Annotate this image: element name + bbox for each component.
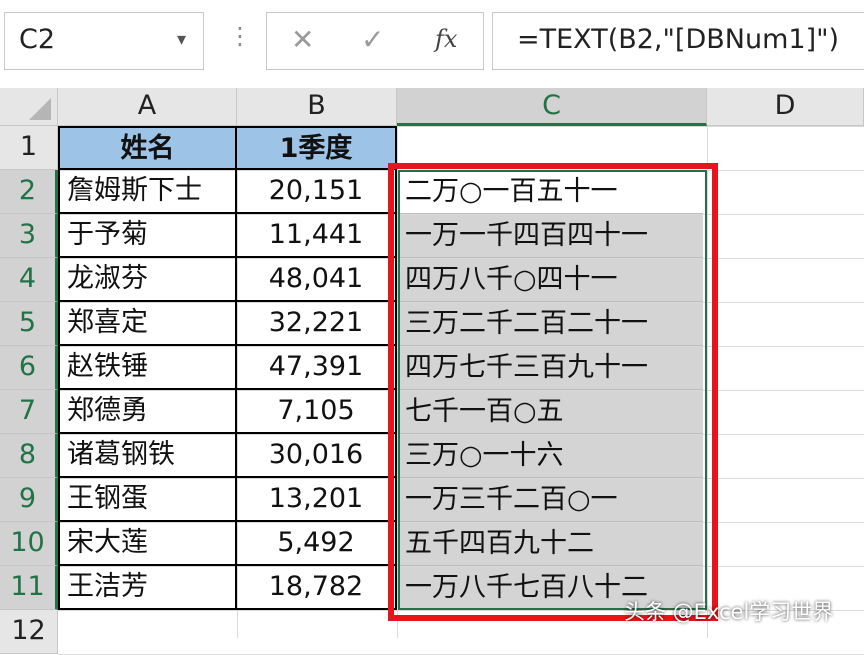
row-header-8[interactable]: 8 (0, 434, 58, 478)
name-cell[interactable]: 王钢蛋 (58, 478, 237, 522)
result-cell[interactable]: 七千一百○五 (399, 391, 703, 434)
formula-buttons: ✕ ✓ fx (266, 12, 484, 70)
result-cell[interactable]: 三万二千二百二十一 (399, 303, 703, 346)
header-q1-cell[interactable]: 1季度 (237, 126, 397, 170)
name-box-value: C2 (19, 24, 56, 55)
row-header-7[interactable]: 7 (0, 390, 58, 434)
value-cell[interactable]: 32,221 (237, 302, 397, 346)
watermark: 头条 @Excel学习世界 (624, 600, 834, 624)
column-header-a[interactable]: A (58, 88, 237, 126)
row-header-12[interactable]: 12 (0, 610, 58, 654)
row-header-9[interactable]: 9 (0, 478, 58, 522)
column-header-c[interactable]: C (397, 88, 707, 126)
value-cell[interactable]: 47,391 (237, 346, 397, 390)
gridline (397, 126, 398, 638)
name-cell[interactable]: 王洁芳 (58, 566, 237, 610)
column-header-b[interactable]: B (237, 88, 397, 126)
spreadsheet-grid: A B C D 1 2 3 4 5 6 7 8 9 10 11 12 姓名 1季度 詹姆斯下士 20,151 二万○一百… (0, 88, 864, 655)
value-cell[interactable]: 7,105 (237, 390, 397, 434)
chevron-down-icon[interactable]: ▾ (177, 29, 186, 50)
row-header-6[interactable]: 6 (0, 346, 58, 390)
column-header-d[interactable]: D (707, 88, 864, 126)
name-cell[interactable]: 宋大莲 (58, 522, 237, 566)
cancel-icon[interactable]: ✕ (291, 23, 314, 56)
drag-handle-icon[interactable]: ⋮ (228, 22, 252, 50)
formula-input[interactable]: =TEXT(B2,"[DBNum1]") (492, 12, 864, 70)
name-cell[interactable]: 郑喜定 (58, 302, 237, 346)
row-header-10[interactable]: 10 (0, 522, 58, 566)
row-header-3[interactable]: 3 (0, 214, 58, 258)
insert-function-icon[interactable]: fx (435, 25, 457, 53)
name-cell[interactable]: 郑德勇 (58, 390, 237, 434)
result-cell[interactable]: 一万三千二百○一 (399, 479, 703, 522)
value-cell[interactable]: 30,016 (237, 434, 397, 478)
name-cell[interactable]: 诸葛钢铁 (58, 434, 237, 478)
row-header-4[interactable]: 4 (0, 258, 58, 302)
active-cell[interactable]: 二万○一百五十一 (399, 171, 703, 214)
value-cell[interactable]: 5,492 (237, 522, 397, 566)
name-cell[interactable]: 赵铁锤 (58, 346, 237, 390)
result-cell[interactable]: 四万八千○四十一 (399, 259, 703, 302)
name-box[interactable]: C2 ▾ (4, 12, 204, 70)
name-cell[interactable]: 龙淑芬 (58, 258, 237, 302)
value-cell[interactable]: 20,151 (237, 170, 397, 214)
header-name-cell[interactable]: 姓名 (58, 126, 237, 170)
value-cell[interactable]: 18,782 (237, 566, 397, 610)
row-header-1[interactable]: 1 (0, 126, 58, 170)
name-cell[interactable]: 詹姆斯下士 (58, 170, 237, 214)
formula-bar: C2 ▾ ⋮ ✕ ✓ fx =TEXT(B2,"[DBNum1]") (0, 0, 864, 88)
value-cell[interactable]: 48,041 (237, 258, 397, 302)
result-cell[interactable]: 一万一千四百四十一 (399, 215, 703, 258)
select-all-button[interactable] (0, 88, 58, 126)
value-cell[interactable]: 11,441 (237, 214, 397, 258)
gridline (707, 126, 708, 638)
value-cell[interactable]: 13,201 (237, 478, 397, 522)
row-header-2[interactable]: 2 (0, 170, 58, 214)
row-header-5[interactable]: 5 (0, 302, 58, 346)
enter-icon[interactable]: ✓ (361, 23, 384, 56)
select-all-icon (29, 98, 51, 120)
name-cell[interactable]: 于予菊 (58, 214, 237, 258)
formula-text: =TEXT(B2,"[DBNum1]") (517, 24, 840, 55)
result-cell[interactable]: 三万○一十六 (399, 435, 703, 478)
result-cell[interactable]: 四万七千三百九十一 (399, 347, 703, 390)
result-cell[interactable]: 五千四百九十二 (399, 523, 703, 566)
row-header-11[interactable]: 11 (0, 566, 58, 610)
